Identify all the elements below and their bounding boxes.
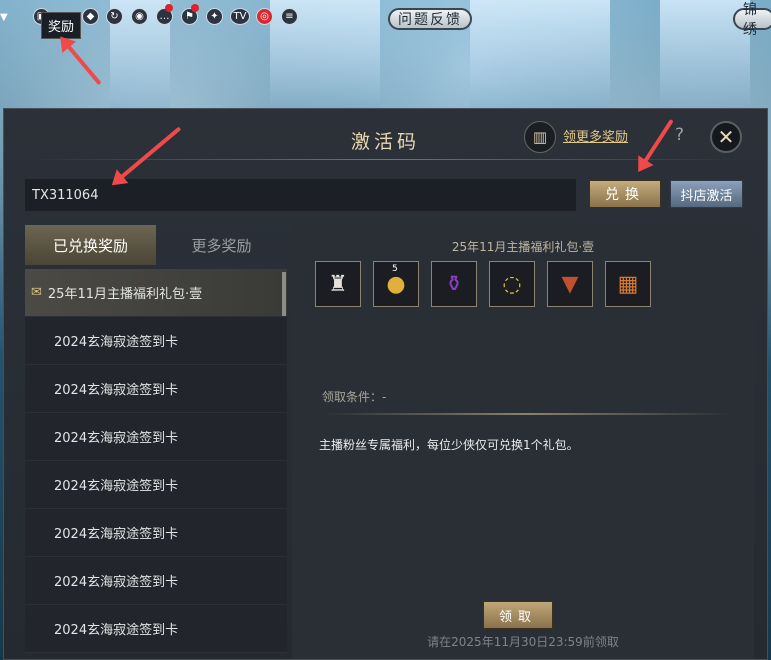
list-item-label: 2024玄海寂途签到卡: [54, 479, 179, 494]
list-scrollbar[interactable]: [282, 272, 286, 316]
gamepad-icon[interactable]: ◉: [131, 8, 148, 25]
tv-icon[interactable]: TV: [230, 8, 250, 25]
shield-icon[interactable]: ◆: [82, 8, 99, 25]
notification-dot: [191, 4, 199, 12]
tab-redeemed[interactable]: 已兑换奖励: [25, 225, 156, 265]
feedback-button[interactable]: 问题反馈: [388, 8, 472, 30]
dance-icon[interactable]: ✦: [206, 8, 223, 25]
treasure-chest-icon[interactable]: ▥: [524, 121, 556, 153]
list-item-label: 25年11月主播福利礼包·壹: [47, 287, 203, 302]
right-hud-button[interactable]: 锦绣: [733, 2, 771, 38]
reward-tabs: 已兑换奖励 更多奖励: [25, 225, 287, 265]
top-hud: ▼ ▣ 奖励 ◆ ↻ ◉ … ⚑ ✦ TV ◎ ≡ 问题反馈 锦绣: [0, 0, 771, 39]
list-item-label: 2024玄海寂途签到卡: [54, 383, 179, 398]
list-item[interactable]: 2024玄海寂途签到卡: [25, 461, 287, 509]
list-item[interactable]: 2024玄海寂途签到卡: [25, 317, 287, 365]
list-item[interactable]: 2024玄海寂途签到卡: [25, 365, 287, 413]
refresh-icon[interactable]: ↻: [106, 8, 123, 25]
gift-ticket-icon: ✉: [31, 285, 42, 300]
list-icon[interactable]: ≡: [281, 8, 298, 25]
more-rewards-link[interactable]: 领更多奖励: [563, 126, 628, 145]
help-icon[interactable]: ?: [675, 125, 684, 145]
ring-icon[interactable]: ◌: [489, 261, 535, 307]
list-item[interactable]: 2024玄海寂途签到卡: [25, 509, 287, 557]
list-item-label: 2024玄海寂途签到卡: [54, 335, 179, 350]
gift-box-icon[interactable]: ▦: [605, 261, 651, 307]
activation-code-input[interactable]: [25, 179, 576, 211]
list-item-label: 2024玄海寂途签到卡: [54, 575, 179, 590]
list-item-label: 2024玄海寂途签到卡: [54, 623, 179, 638]
list-item-label: 2024玄海寂途签到卡: [54, 527, 179, 542]
coins-icon[interactable]: 5 ●: [373, 261, 419, 307]
item-count: 5: [392, 264, 398, 274]
potion-icon[interactable]: ⚱: [431, 261, 477, 307]
exchange-button[interactable]: 兑换: [589, 180, 661, 208]
claim-condition: 领取条件：-: [322, 390, 387, 404]
menu-icon[interactable]: ▼: [0, 12, 8, 23]
notification-dot: [165, 4, 173, 12]
package-description: 主播粉丝专属福利，每位少侠仅可兑换1个礼包。: [319, 438, 579, 452]
reward-list: ✉ 25年11月主播福利礼包·壹 2024玄海寂途签到卡 2024玄海寂途签到卡…: [25, 269, 287, 659]
armor-icon[interactable]: ▼: [547, 261, 593, 307]
package-title: 25年11月主播福利礼包·壹: [451, 240, 595, 254]
close-button[interactable]: ✕: [710, 121, 742, 153]
list-item[interactable]: 2024玄海寂途签到卡: [25, 605, 287, 653]
condition-divider: [322, 413, 732, 415]
tab-more-rewards[interactable]: 更多奖励: [156, 225, 287, 265]
douyin-activate-button[interactable]: 抖店激活: [670, 180, 743, 208]
list-item[interactable]: 2024玄海寂途签到卡: [25, 557, 287, 605]
robe-icon[interactable]: ♜: [315, 261, 361, 307]
claim-button[interactable]: 领取: [483, 601, 553, 629]
weibo-icon[interactable]: ◎: [256, 8, 273, 25]
list-item-label: 2024玄海寂途签到卡: [54, 431, 179, 446]
reward-detail-panel: 25年11月主播福利礼包·壹 ♜ 5 ● ⚱ ◌ ▼ ▦ 领取条件：- 主播粉丝专…: [292, 225, 754, 659]
list-item[interactable]: ✉ 25年11月主播福利礼包·壹: [25, 269, 287, 317]
list-item[interactable]: 2024玄海寂途签到卡: [25, 413, 287, 461]
claim-deadline: 请在2025年11月30日23:59前领取: [427, 635, 619, 649]
